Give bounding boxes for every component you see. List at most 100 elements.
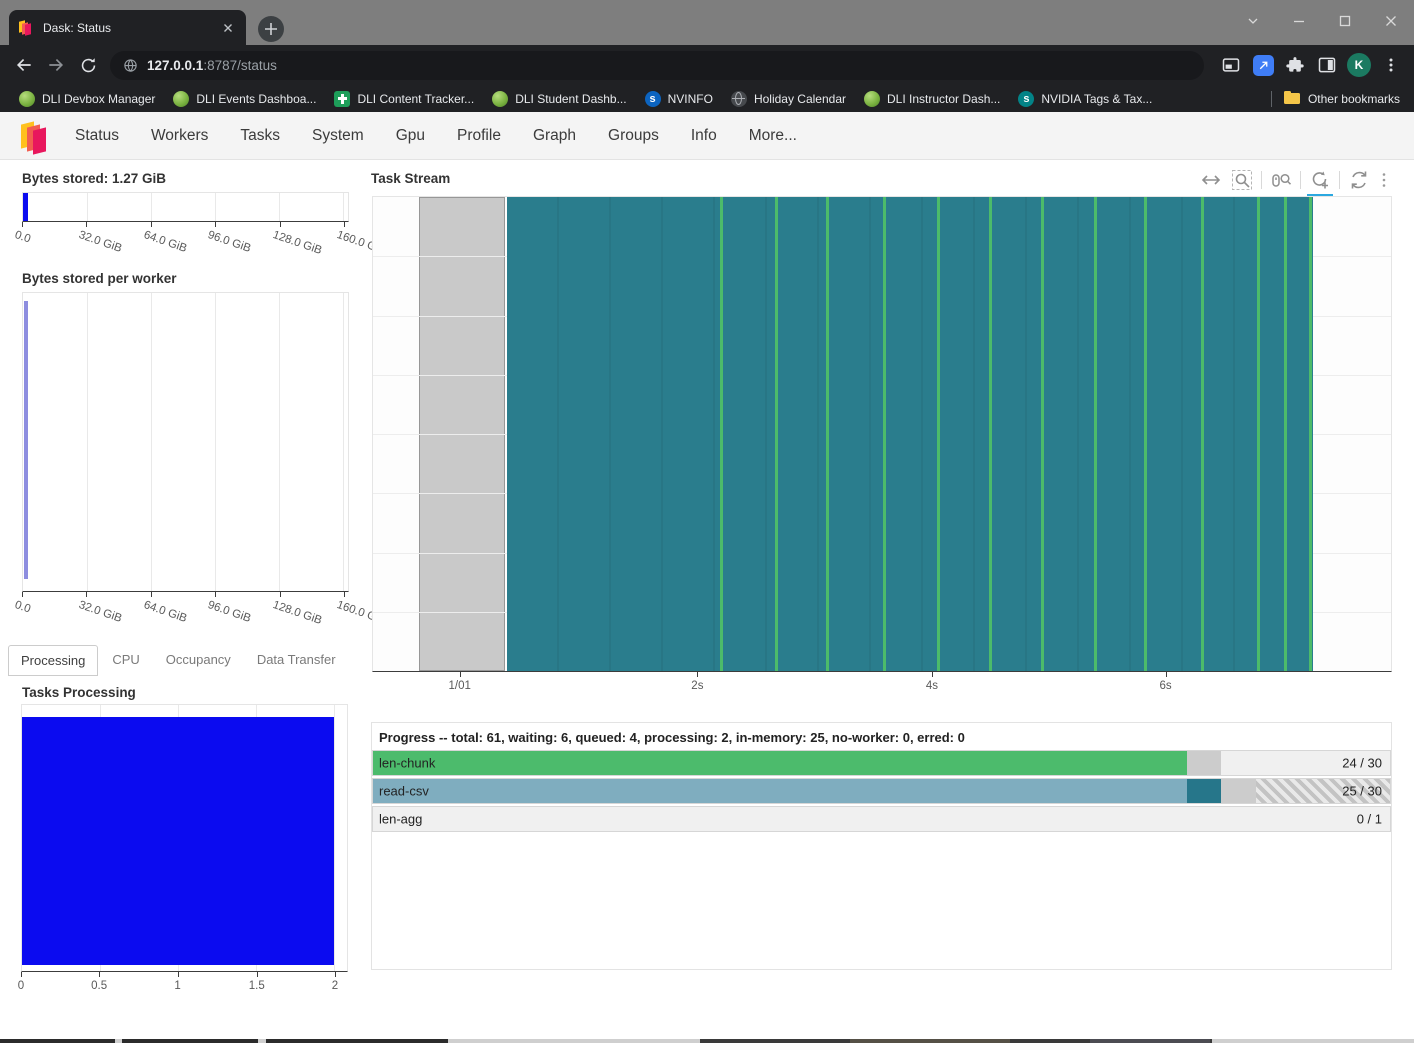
side-panel-icon[interactable] [1312,50,1342,80]
nav-item-workers[interactable]: Workers [151,127,208,145]
new-tab-button[interactable] [258,16,284,42]
bookmarks-separator [1271,91,1272,107]
zoom-follow-tool-icon[interactable] [1308,168,1332,192]
axis-tick [99,972,100,977]
kebab-menu-icon[interactable] [1376,50,1406,80]
tab-cpu[interactable]: CPU [100,645,151,676]
tab-occupancy[interactable]: Occupancy [154,645,243,676]
bookmark-dli-student-dashb[interactable]: DLI Student Dashb... [483,89,635,109]
task-line-len-chunk [1284,197,1287,671]
bookmark-nvidia-tags-tax[interactable]: NVIDIA Tags & Tax... [1009,89,1161,109]
extensions-puzzle-icon[interactable] [1280,50,1310,80]
gridline [215,293,216,591]
nav-item-system[interactable]: System [312,127,364,145]
axis-tick-label: 2 [332,980,338,992]
chevron-down-icon[interactable] [1230,0,1276,42]
axis-tick [22,222,23,227]
task-line-len-chunk [1094,197,1097,671]
tasks-processing-bar [22,717,334,965]
gridline [87,193,88,221]
nav-item-status[interactable]: Status [75,127,119,145]
forward-icon[interactable] [40,49,72,81]
browser-tab[interactable]: Dask: Status [9,10,246,45]
axis-tick-label: 0.0 [13,229,32,246]
gridline [151,293,152,591]
bookmarks-bar: DLI Devbox Manager DLI Events Dashboa... D… [0,85,1414,112]
box-zoom-tool-icon[interactable] [1230,168,1254,192]
task-line-len-chunk [989,197,992,671]
url-bar[interactable]: 127.0.0.1:8787/status [110,51,1204,80]
gridline [87,293,88,591]
sharepoint-teal-icon [1018,91,1034,107]
tab-processing[interactable]: Processing [8,645,98,676]
profile-avatar[interactable]: K [1344,50,1374,80]
task-stream-axis: 1/012s4s6s [372,672,1392,718]
axis-tick-label: 32.0 GiB [77,229,123,255]
axis-tick [215,222,216,227]
tasks-processing-axis: 00.511.52 [21,972,348,1018]
window-controls [1230,0,1414,42]
maximize-button[interactable] [1322,0,1368,42]
picture-in-picture-icon[interactable] [1216,50,1246,80]
nav-item-info[interactable]: Info [691,127,717,145]
bookmark-label: DLI Events Dashboa... [196,92,316,106]
bookmark-dli-events-dashboa[interactable]: DLI Events Dashboa... [164,89,325,109]
progress-row-len-chunk: len-chunk24 / 30 [372,750,1391,776]
avatar-letter: K [1347,53,1371,77]
axis-tick-label: 0.5 [91,980,107,992]
axis-tick-label: 4s [926,680,938,692]
axis-tick [460,672,461,677]
task-line-len-chunk [937,197,940,671]
dask-favicon [19,19,34,36]
metric-tabs: ProcessingCPUOccupancyData Transfer [8,645,348,676]
axis-tick-label: 64.0 GiB [142,229,188,255]
tab-close-icon[interactable] [220,20,236,36]
task-stream-chart[interactable] [372,196,1392,672]
bookmark-holiday-calendar[interactable]: Holiday Calendar [722,89,855,109]
progress-segment [373,751,1187,775]
dask-nav-items: Status Workers Tasks System Gpu Profile Graph G… [75,127,797,145]
axis-tick [344,592,345,597]
bookmark-label: DLI Instructor Dash... [887,92,1000,106]
close-button[interactable] [1368,0,1414,42]
axis-tick [344,222,345,227]
bookmark-dli-devbox-manager[interactable]: DLI Devbox Manager [10,89,164,109]
reset-tool-icon[interactable] [1347,168,1371,192]
globe-green-icon [492,91,508,107]
progress-summary: Progress -- total: 61, waiting: 6, queue… [379,730,965,745]
bytes-per-worker-title: Bytes stored per worker [22,271,177,286]
minimize-button[interactable] [1276,0,1322,42]
nav-item-groups[interactable]: Groups [608,127,659,145]
other-bookmarks[interactable]: Other bookmarks [1271,91,1414,107]
reload-icon[interactable] [72,49,104,81]
progress-task-count: 25 / 30 [1342,784,1382,799]
nav-item-tasks[interactable]: Tasks [240,127,280,145]
nav-item-more[interactable]: More... [749,127,797,145]
nav-item-profile[interactable]: Profile [457,127,501,145]
bookmark-dli-instructor-dash[interactable]: DLI Instructor Dash... [855,89,1009,109]
tab-data-transfer[interactable]: Data Transfer [245,645,348,676]
extension-zoom-icon[interactable] [1248,50,1278,80]
pan-tool-icon[interactable] [1199,168,1223,192]
axis-tick-label: 128.0 GiB [271,229,323,257]
progress-row-len-agg: len-agg0 / 1 [372,806,1391,832]
bookmark-label: NVINFO [668,92,713,106]
progress-segment [1187,751,1222,775]
toolbar-separator [1339,171,1340,189]
nav-item-gpu[interactable]: Gpu [396,127,425,145]
task-line-len-chunk [1041,197,1044,671]
progress-task-count: 0 / 1 [1357,812,1382,827]
bokeh-menu-icon[interactable] [1378,168,1390,192]
bookmark-label: DLI Devbox Manager [42,92,155,106]
axis-tick-label: 6s [1159,680,1171,692]
bookmark-dli-content-tracker[interactable]: DLI Content Tracker... [325,89,483,109]
wheel-zoom-tool-icon[interactable] [1269,168,1293,192]
bookmark-nvinfo[interactable]: NVINFO [636,89,722,109]
axis-tick [1166,672,1167,677]
nav-item-graph[interactable]: Graph [533,127,576,145]
bytes-stored-chart [22,192,349,222]
bookmark-label: DLI Content Tracker... [357,92,474,106]
tasks-processing-title: Tasks Processing [22,685,136,700]
back-icon[interactable] [8,49,40,81]
axis-tick [22,592,23,597]
